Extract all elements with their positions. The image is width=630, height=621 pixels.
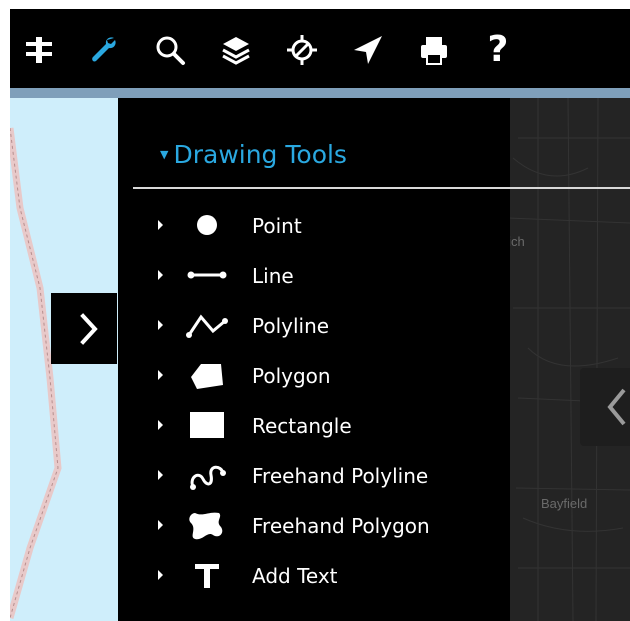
send-button[interactable] — [346, 28, 390, 72]
tool-label: Freehand Polyline — [252, 464, 429, 488]
expand-triangle-icon — [158, 220, 163, 230]
expand-panel-button[interactable] — [51, 293, 117, 364]
search-button[interactable] — [148, 28, 192, 72]
tool-freehand-polyline[interactable]: Freehand Polyline — [148, 456, 508, 496]
locate-icon — [287, 35, 317, 65]
tool-label: Point — [252, 214, 302, 238]
tool-point[interactable]: Point — [148, 206, 508, 246]
line-icon — [185, 259, 229, 291]
legend-icon — [26, 37, 52, 63]
help-button[interactable]: ? — [476, 28, 520, 72]
main-toolbar: ? — [10, 9, 630, 88]
print-icon — [421, 37, 447, 65]
expand-triangle-icon — [158, 320, 163, 330]
tool-label: Polygon — [252, 364, 331, 388]
print-button[interactable] — [412, 28, 456, 72]
wrench-icon — [92, 37, 116, 62]
locate-button[interactable] — [280, 28, 324, 72]
caret-down-icon: ▼ — [160, 147, 169, 161]
tool-label: Add Text — [252, 564, 338, 588]
chevron-right-icon — [80, 313, 98, 345]
layers-icon — [222, 37, 250, 65]
freehand-polyline-icon — [185, 459, 229, 491]
legend-button[interactable] — [17, 28, 61, 72]
tool-line[interactable]: Line — [148, 256, 508, 296]
tool-label: Rectangle — [252, 414, 352, 438]
divider — [133, 187, 630, 189]
help-icon: ? — [487, 29, 509, 70]
expand-triangle-icon — [158, 520, 163, 530]
expand-triangle-icon — [158, 370, 163, 380]
search-icon — [156, 36, 185, 65]
tool-rectangle[interactable]: Rectangle — [148, 406, 508, 446]
polyline-icon — [185, 309, 229, 341]
expand-triangle-icon — [158, 270, 163, 280]
tool-label: Line — [252, 264, 294, 288]
rectangle-icon — [185, 409, 229, 441]
tool-label: Polyline — [252, 314, 330, 338]
tools-button[interactable] — [82, 28, 126, 72]
polygon-icon — [185, 359, 229, 391]
freehand-polygon-icon — [185, 509, 229, 541]
layers-button[interactable] — [214, 28, 258, 72]
expand-triangle-icon — [158, 570, 163, 580]
text-icon — [185, 559, 229, 591]
tool-freehand-polygon[interactable]: Freehand Polygon — [148, 506, 508, 546]
send-icon — [354, 36, 382, 64]
collapse-button[interactable] — [580, 368, 630, 446]
panel-header[interactable]: ▼ Drawing Tools — [160, 138, 347, 170]
point-icon — [185, 209, 229, 241]
tool-polygon[interactable]: Polygon — [148, 356, 508, 396]
expand-triangle-icon — [158, 470, 163, 480]
expand-triangle-icon — [158, 420, 163, 430]
panel-title: Drawing Tools — [173, 139, 347, 169]
map-label-bayfield: Bayfield — [541, 496, 588, 511]
tool-label: Freehand Polygon — [252, 514, 430, 538]
tool-polyline[interactable]: Polyline — [148, 306, 508, 346]
toolbar-underline — [10, 88, 630, 98]
tool-add-text[interactable]: Add Text — [148, 556, 508, 596]
